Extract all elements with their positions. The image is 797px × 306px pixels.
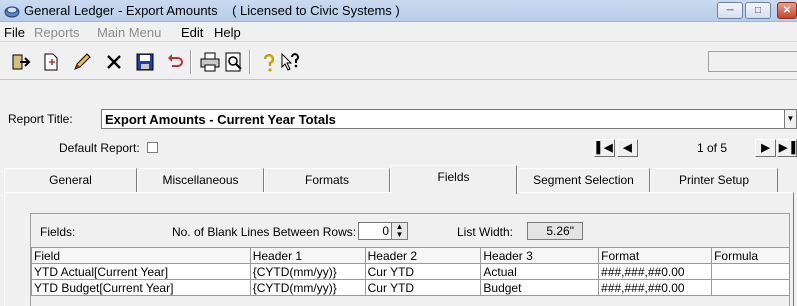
delete-button[interactable] <box>103 51 125 73</box>
table-row[interactable]: YTD Actual[Current Year] {CYTD(mm/yy)} C… <box>31 263 790 280</box>
menu-help[interactable]: Help <box>214 25 241 40</box>
fields-grid[interactable]: Field Header 1 Header 2 Header 3 Format … <box>31 247 790 296</box>
exit-button[interactable] <box>10 51 32 73</box>
edit-button[interactable] <box>71 51 93 73</box>
help-button[interactable] <box>258 51 280 73</box>
toolbar-separator <box>190 50 192 74</box>
print-icon <box>200 52 220 72</box>
grid-header-row: Field Header 1 Header 2 Header 3 Format … <box>31 247 790 264</box>
chevron-down-icon: ▼ <box>786 114 795 123</box>
last-record-button[interactable]: ▶▐ <box>777 139 797 157</box>
cell-field[interactable]: YTD Actual[Current Year] <box>31 263 251 280</box>
column-header-header-3[interactable]: Header 3 <box>480 247 600 264</box>
menu-main-menu[interactable]: Main Menu <box>97 25 161 40</box>
default-report-checkbox[interactable] <box>147 142 158 153</box>
menu-edit[interactable]: Edit <box>181 25 203 40</box>
tab-printer-setup[interactable]: Printer Setup <box>650 168 778 193</box>
next-record-icon: ▶ <box>761 142 770 154</box>
toolbar <box>0 42 797 80</box>
app-icon <box>4 6 20 18</box>
close-icon: ✕ <box>782 5 792 16</box>
tab-fields[interactable]: Fields <box>390 165 517 194</box>
tab-formats[interactable]: Formats <box>264 168 390 193</box>
cell-field[interactable]: YTD Budget[Current Year] <box>31 279 251 296</box>
tab-general[interactable]: General <box>4 168 137 193</box>
minimize-icon: ─ <box>726 5 734 16</box>
window-title: General Ledger - Export Amounts ( Licens… <box>24 3 400 18</box>
menu-file[interactable]: File <box>4 25 25 40</box>
toolbar-separator <box>249 50 251 74</box>
menu-reports[interactable]: Reports <box>34 25 80 40</box>
column-header-format[interactable]: Format <box>598 247 713 264</box>
cell-header-3[interactable]: Budget <box>480 279 600 296</box>
cell-header-1[interactable]: {CYTD(mm/yy)} <box>249 279 366 296</box>
column-header-header-2[interactable]: Header 2 <box>364 247 482 264</box>
save-icon <box>136 53 154 71</box>
print-button[interactable] <box>199 51 221 73</box>
minimize-button[interactable]: ─ <box>717 2 743 19</box>
tab-strip: General Miscellaneous Formats Fields Seg… <box>0 163 797 194</box>
new-icon <box>44 53 58 71</box>
edit-pencil-icon <box>74 53 91 70</box>
report-title-field[interactable]: Export Amounts - Current Year Totals <box>101 109 785 129</box>
cell-header-2[interactable]: Cur YTD <box>364 263 482 280</box>
default-report-label: Default Report: <box>59 141 140 155</box>
delete-icon <box>107 55 121 69</box>
list-width-label: List Width: <box>457 225 514 239</box>
exit-icon <box>12 54 31 70</box>
next-record-button[interactable]: ▶ <box>755 139 776 157</box>
column-header-header-1[interactable]: Header 1 <box>249 247 366 264</box>
column-header-field[interactable]: Field <box>31 247 251 264</box>
print-preview-icon <box>225 52 242 72</box>
cell-format[interactable]: ###,###,##0.00 <box>598 279 713 296</box>
last-record-icon: ▶▐ <box>778 142 796 154</box>
toolbar-status-box <box>708 51 797 72</box>
blank-lines-spinner[interactable]: 0 ▲ ▼ <box>358 222 408 240</box>
blank-lines-value[interactable]: 0 <box>359 224 389 238</box>
list-width-value: 5.26" <box>527 222 583 240</box>
save-button[interactable] <box>134 51 156 73</box>
tab-segment-selection[interactable]: Segment Selection <box>517 168 650 193</box>
maximize-button[interactable]: □ <box>745 2 771 19</box>
column-header-formula[interactable]: Formula <box>711 247 790 264</box>
table-row[interactable]: YTD Budget[Current Year] {CYTD(mm/yy)} C… <box>31 279 790 296</box>
cell-format[interactable]: ###,###,##0.00 <box>598 263 713 280</box>
title-bar: General Ledger - Export Amounts ( Licens… <box>0 0 797 22</box>
first-record-icon: ▌◀ <box>596 142 613 154</box>
undo-button[interactable] <box>164 51 186 73</box>
report-title-label: Report Title: <box>8 112 73 126</box>
maximize-icon: □ <box>754 5 762 16</box>
tab-miscellaneous[interactable]: Miscellaneous <box>137 168 264 193</box>
context-help-icon <box>281 52 299 71</box>
first-record-button[interactable]: ▌◀ <box>594 139 615 157</box>
close-button[interactable]: ✕ <box>777 2 797 19</box>
cell-formula[interactable] <box>711 263 790 280</box>
cell-header-2[interactable]: Cur YTD <box>364 279 482 296</box>
spinner-up-down-icon[interactable]: ▲ ▼ <box>391 223 407 239</box>
undo-icon <box>168 54 183 67</box>
menu-bar: File Reports Main Menu Edit Help <box>0 22 797 42</box>
report-title-dropdown-button[interactable]: ▼ <box>784 109 797 129</box>
cell-header-1[interactable]: {CYTD(mm/yy)} <box>249 263 366 280</box>
new-button[interactable] <box>40 51 62 73</box>
context-help-button[interactable] <box>279 51 301 73</box>
help-icon <box>263 53 275 72</box>
fields-label: Fields: <box>40 225 76 239</box>
print-preview-button[interactable] <box>223 51 245 73</box>
blank-lines-label: No. of Blank Lines Between Rows: <box>172 225 357 239</box>
cell-header-3[interactable]: Actual <box>480 263 600 280</box>
record-position: 1 of 5 <box>697 141 728 155</box>
previous-record-button[interactable]: ◀ <box>617 139 638 157</box>
cell-formula[interactable] <box>711 279 790 296</box>
previous-record-icon: ◀ <box>623 142 632 154</box>
